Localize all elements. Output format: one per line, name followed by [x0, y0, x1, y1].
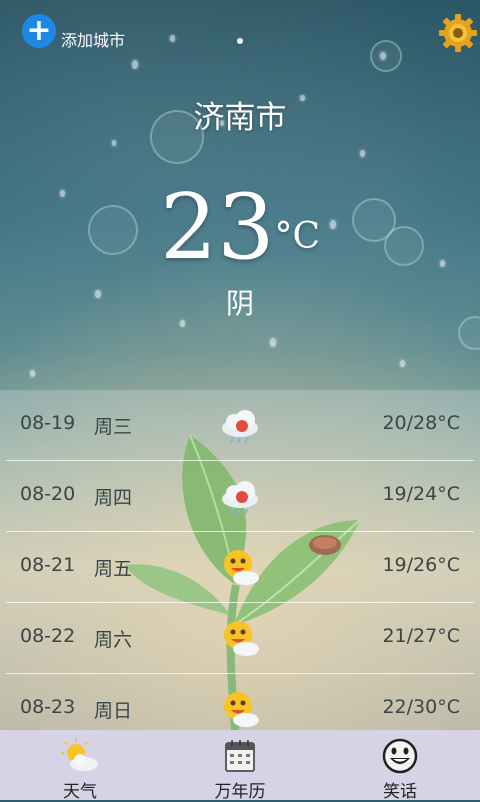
- temperature-value: 23: [159, 175, 275, 280]
- forecast-weekday: 周五: [94, 558, 133, 580]
- forecast-date: 08-22: [20, 625, 76, 647]
- page-indicator-dot: [237, 38, 243, 44]
- forecast-row[interactable]: 08-19 周三 20/28°C: [6, 390, 474, 461]
- tab-jokes[interactable]: 笑话: [320, 730, 480, 802]
- smiley-icon: [382, 738, 418, 774]
- bottom-tab-bar: 天气 万年历 笑话: [0, 730, 480, 802]
- tab-weather[interactable]: 天气: [0, 730, 160, 802]
- forecast-date: 08-23: [20, 696, 76, 718]
- add-city-icon[interactable]: +: [22, 14, 56, 48]
- tab-calendar[interactable]: 万年历: [160, 730, 320, 802]
- forecast-date: 08-21: [20, 554, 76, 576]
- sun-cloud-icon: [224, 692, 259, 727]
- weather-icon: [61, 739, 98, 771]
- forecast-weekday: 周六: [94, 629, 133, 651]
- forecast-range: 19/24°C: [382, 483, 460, 505]
- tab-label: 天气: [63, 782, 97, 802]
- forecast-weekday: 周四: [94, 487, 133, 509]
- calendar-icon: [225, 740, 255, 772]
- forecast-weekday: 周三: [94, 416, 133, 438]
- forecast-range: 21/27°C: [382, 625, 460, 647]
- weather-condition: 阴: [225, 287, 254, 320]
- tab-label: 笑话: [383, 782, 417, 802]
- gear-icon[interactable]: [438, 13, 478, 53]
- forecast-list: 08-19 周三 20/28°C 08-20 周四 19/24°C 08-21 …: [0, 390, 480, 730]
- forecast-range: 22/30°C: [382, 696, 460, 718]
- forecast-date: 08-20: [20, 483, 76, 505]
- tab-label: 万年历: [214, 782, 266, 802]
- forecast-range: 20/28°C: [382, 412, 460, 434]
- current-temperature: 23°C: [0, 178, 480, 278]
- forecast-row[interactable]: 08-22 周六 21/27°C: [6, 603, 474, 674]
- cloud-rain-icon: [222, 481, 258, 515]
- city-name: 济南市: [193, 100, 287, 136]
- forecast-range: 19/26°C: [382, 554, 460, 576]
- temperature-unit: °C: [274, 216, 321, 257]
- add-city-label[interactable]: 添加城市: [61, 27, 125, 51]
- sun-cloud-icon: [224, 621, 259, 656]
- cloud-rain-icon: [222, 410, 258, 444]
- forecast-row[interactable]: 08-21 周五 19/26°C: [6, 532, 474, 603]
- forecast-date: 08-19: [20, 412, 76, 434]
- forecast-row[interactable]: 08-20 周四 19/24°C: [6, 461, 474, 532]
- forecast-weekday: 周日: [94, 700, 133, 722]
- sun-cloud-icon: [224, 550, 259, 585]
